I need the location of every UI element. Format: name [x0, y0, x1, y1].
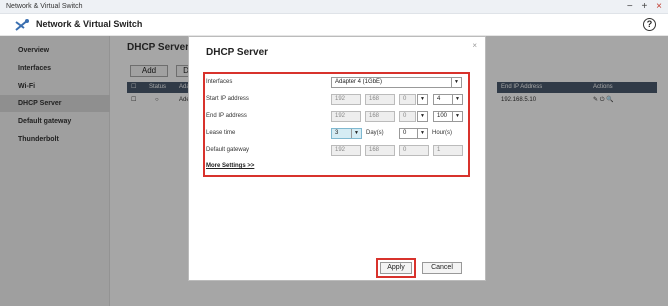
end-ip-octet-2: 168 — [365, 111, 395, 122]
minimize-icon[interactable]: − — [627, 1, 633, 12]
start-ip-label: Start IP address — [206, 96, 249, 102]
chevron-down-icon: ▼ — [417, 129, 427, 138]
gateway-octet-4: 1 — [433, 145, 463, 156]
start-ip-octet-3-dropdown[interactable]: ▼ — [417, 94, 428, 105]
end-ip-octet-4-select[interactable]: 100 ▼ — [433, 111, 463, 122]
close-window-icon[interactable]: × — [656, 1, 662, 12]
default-gateway-label: Default gateway — [206, 147, 250, 153]
gateway-octet-2: 168 — [365, 145, 395, 156]
close-icon[interactable]: × — [472, 41, 477, 50]
maximize-icon[interactable]: + — [642, 1, 648, 12]
start-ip-octet-1: 192 — [331, 94, 361, 105]
help-icon[interactable]: ? — [643, 18, 656, 31]
end-ip-octet-1: 192 — [331, 111, 361, 122]
end-ip-octet-3-dropdown[interactable]: ▼ — [417, 111, 428, 122]
chevron-down-icon: ▼ — [451, 78, 461, 87]
end-ip-octet-3: 0 — [399, 111, 416, 122]
lease-days-select[interactable]: 3 ▼ — [331, 128, 362, 139]
apply-button[interactable]: Apply — [380, 262, 412, 274]
end-ip-label: End IP address — [206, 113, 247, 119]
chevron-down-icon: ▼ — [420, 96, 425, 102]
lease-time-label: Lease time — [206, 130, 236, 136]
interfaces-select[interactable]: Adapter 4 (1GbE) ▼ — [331, 77, 462, 88]
lease-days-value: 3 — [335, 130, 339, 136]
interfaces-value: Adapter 4 (1GbE) — [335, 79, 383, 85]
gateway-octet-1: 192 — [331, 145, 361, 156]
more-settings-link[interactable]: More Settings >> — [206, 163, 254, 169]
window-controls: − + × — [621, 1, 662, 12]
dialog-title: DHCP Server — [206, 47, 269, 58]
hours-unit: Hour(s) — [432, 130, 453, 136]
chevron-down-icon: ▼ — [452, 112, 462, 121]
lease-hours-value: 0 — [403, 130, 407, 136]
lease-hours-select[interactable]: 0 ▼ — [399, 128, 428, 139]
start-ip-octet-4-select[interactable]: 4 ▼ — [433, 94, 463, 105]
network-switch-logo-icon — [15, 19, 29, 31]
window-title: Network & Virtual Switch — [6, 3, 83, 10]
app-name: Network & Virtual Switch — [36, 19, 143, 29]
dhcp-server-dialog: DHCP Server × Interfaces Adapter 4 (1GbE… — [188, 36, 486, 281]
start-ip-octet-3: 0 — [399, 94, 416, 105]
start-ip-octet-2: 168 — [365, 94, 395, 105]
gateway-octet-3: 0 — [399, 145, 429, 156]
days-unit: Day(s) — [366, 130, 384, 136]
chevron-down-icon: ▼ — [351, 129, 361, 138]
app-header: Network & Virtual Switch ? — [0, 14, 668, 36]
start-ip-octet-4: 4 — [437, 96, 441, 102]
interfaces-label: Interfaces — [206, 79, 233, 85]
cancel-button[interactable]: Cancel — [422, 262, 462, 274]
chevron-down-icon: ▼ — [420, 113, 425, 119]
end-ip-octet-4: 100 — [437, 113, 448, 119]
chevron-down-icon: ▼ — [452, 95, 462, 104]
window-titlebar: Network & Virtual Switch − + × — [0, 0, 668, 14]
